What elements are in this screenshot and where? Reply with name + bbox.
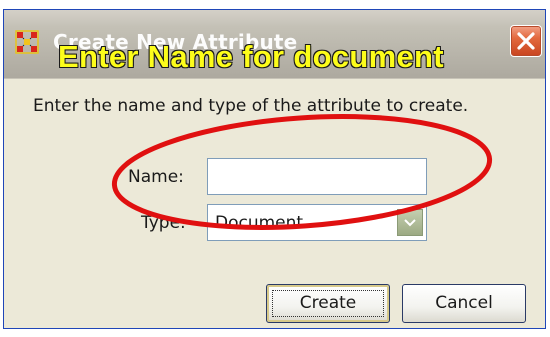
type-label: Type: (141, 213, 186, 233)
create-button-label: Create (299, 293, 357, 313)
annotation-banner: Enter Name for document (57, 39, 444, 74)
cancel-button-label: Cancel (435, 293, 493, 313)
chevron-down-icon (404, 219, 416, 227)
dialog-instruction: Enter the name and type of the attribute… (33, 96, 469, 116)
create-button[interactable]: Create (266, 284, 390, 323)
screenshot: Create New Attribute Enter the name and … (0, 0, 550, 337)
dropdown-button[interactable] (397, 209, 423, 236)
close-icon (517, 32, 535, 50)
cancel-button[interactable]: Cancel (402, 284, 526, 323)
type-dropdown[interactable]: Document (207, 204, 427, 241)
name-input[interactable] (207, 158, 427, 195)
network-app-icon (15, 30, 39, 54)
type-selected-value: Document (215, 213, 304, 233)
name-label: Name: (128, 167, 184, 187)
close-button[interactable] (510, 25, 542, 57)
